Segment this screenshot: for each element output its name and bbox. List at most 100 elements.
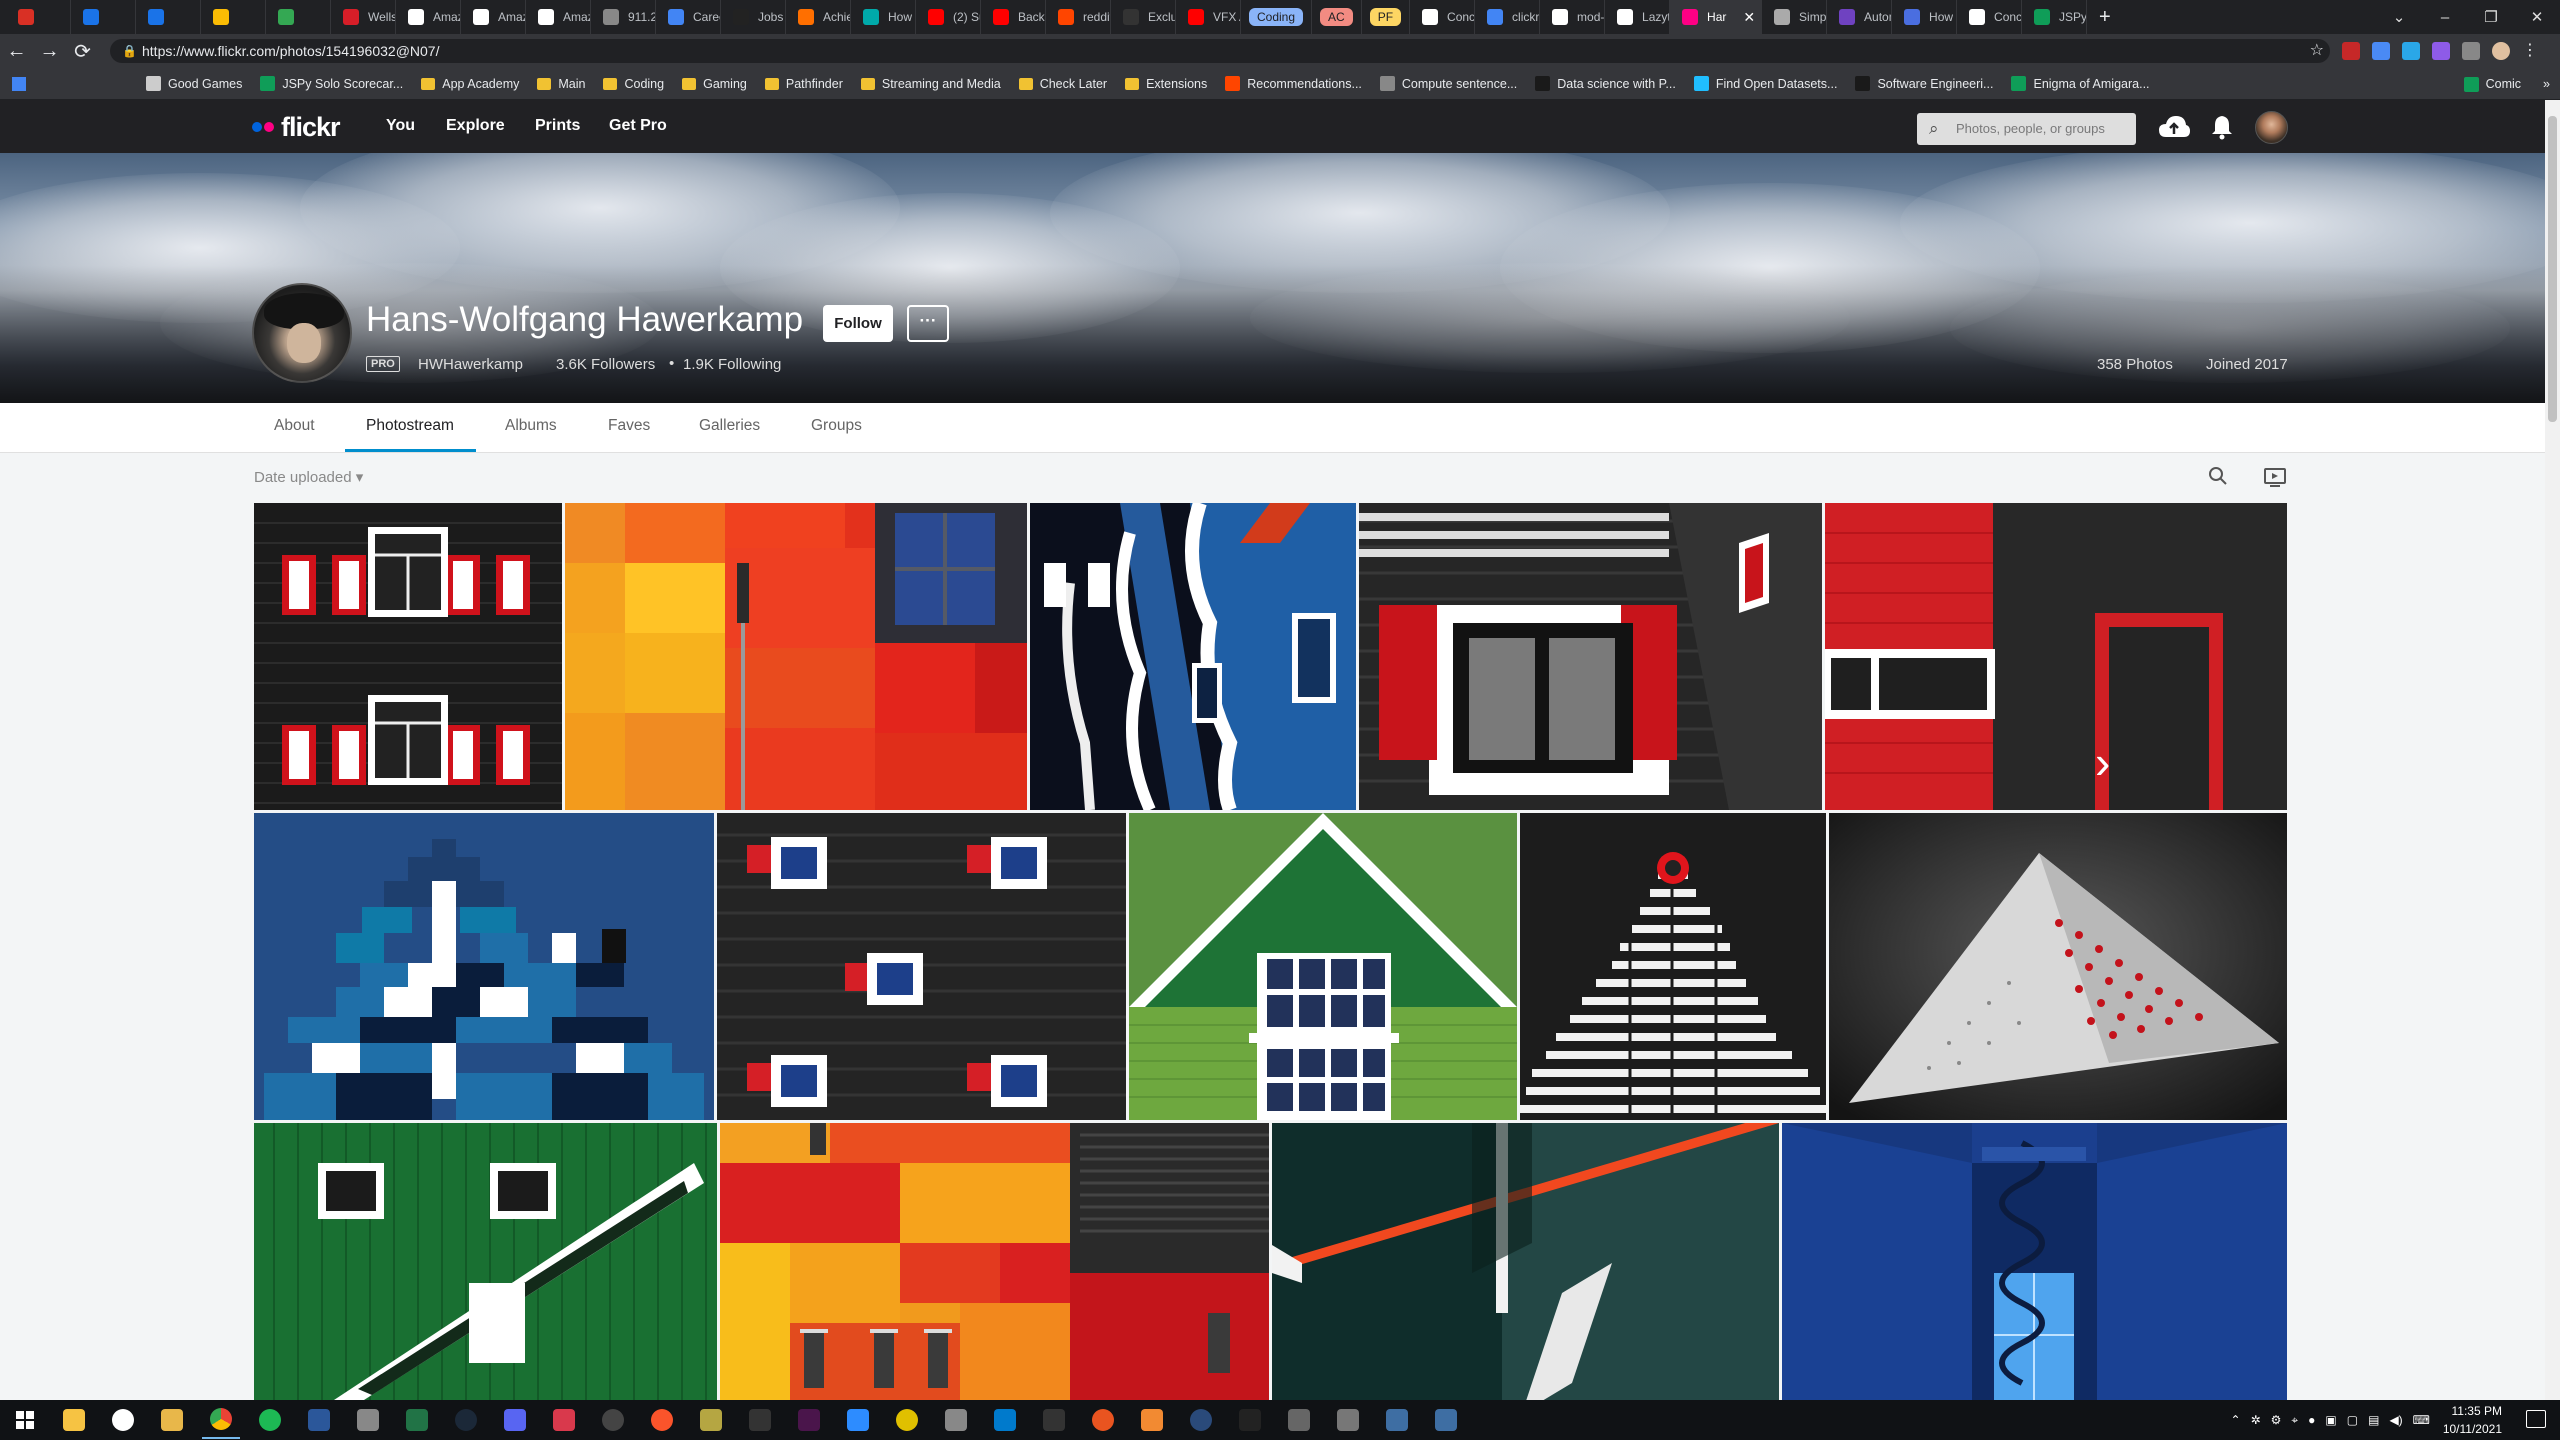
browser-tab[interactable]: VFX Ar — [1176, 0, 1241, 34]
app-icon[interactable] — [545, 1401, 583, 1439]
bookmark-folder[interactable]: Gaming — [682, 72, 757, 96]
photo-tile[interactable] — [1129, 813, 1517, 1120]
more-options-button[interactable]: ··· — [907, 305, 949, 342]
kebab-menu-icon[interactable]: ⋮ — [2522, 42, 2540, 60]
network-icon[interactable]: ▤ — [2368, 1413, 2379, 1427]
browser-tab[interactable]: Exclusi — [1111, 0, 1176, 34]
flickr-logo[interactable]: flickr — [252, 112, 341, 142]
puzzle-icon[interactable] — [2462, 42, 2480, 60]
browser-tab[interactable]: Back 4 — [981, 0, 1046, 34]
profile-avatar[interactable] — [2492, 42, 2510, 60]
extension-icon[interactable] — [2402, 42, 2420, 60]
photo-tile[interactable] — [720, 1123, 1269, 1400]
notification-bell-icon[interactable] — [2210, 113, 2234, 141]
tab-group[interactable]: Coding — [1241, 0, 1313, 34]
browser-tab[interactable] — [136, 0, 201, 34]
photo-tile[interactable] — [1520, 813, 1826, 1120]
bookmark-item[interactable]: Find Open Datasets... — [1693, 72, 1848, 96]
bookmark-star-icon[interactable]: ☆ — [2310, 39, 2324, 63]
app-icon[interactable] — [1133, 1401, 1171, 1439]
app-icon[interactable] — [692, 1401, 730, 1439]
folder-icon[interactable] — [153, 1401, 191, 1439]
lock-icon[interactable]: 🔒 — [122, 39, 137, 63]
search-photostream-icon[interactable] — [2208, 466, 2228, 486]
tab-groups[interactable]: Groups — [811, 417, 862, 435]
photo-tile[interactable] — [717, 813, 1126, 1120]
tab-photostream[interactable]: Photostream — [366, 417, 454, 435]
browser-tab[interactable]: Amazo — [461, 0, 526, 34]
steam-icon[interactable] — [447, 1401, 485, 1439]
bookmark-folder[interactable]: Check Later — [1018, 72, 1117, 96]
profile-avatar[interactable] — [252, 283, 352, 383]
browser-tab[interactable] — [71, 0, 136, 34]
location-icon[interactable]: ⌖ — [2291, 1413, 2298, 1428]
close-window-button[interactable]: ✕ — [2514, 8, 2560, 26]
chevron-right-icon[interactable]: › — [2095, 735, 2110, 789]
bookmark-item[interactable]: Enigma of Amigara... — [2011, 72, 2159, 96]
browser-tab[interactable] — [266, 0, 331, 34]
discord-icon[interactable] — [496, 1401, 534, 1439]
app-icon[interactable] — [888, 1401, 926, 1439]
photo-tile[interactable] — [1030, 503, 1356, 810]
app-icon[interactable] — [1182, 1401, 1220, 1439]
slack-icon[interactable] — [790, 1401, 828, 1439]
slideshow-icon[interactable] — [2264, 467, 2286, 487]
sort-dropdown[interactable]: Date uploaded ▾ — [254, 468, 363, 486]
app-icon[interactable] — [1231, 1401, 1269, 1439]
app-icon[interactable] — [349, 1401, 387, 1439]
nav-you[interactable]: You — [386, 117, 415, 135]
photo-tile[interactable] — [254, 503, 562, 810]
extension-icon[interactable] — [2342, 42, 2360, 60]
browser-tab[interactable] — [6, 0, 71, 34]
app-icon[interactable] — [1084, 1401, 1122, 1439]
back-icon[interactable]: ← — [0, 40, 33, 63]
scrollbar-thumb[interactable] — [2548, 116, 2557, 422]
nav-prints[interactable]: Prints — [535, 117, 580, 135]
nav-get-pro[interactable]: Get Pro — [609, 117, 667, 135]
bookmark-item[interactable]: Good Games — [146, 72, 252, 96]
bookmark-folder[interactable]: Extensions — [1125, 72, 1217, 96]
photo-tile[interactable] — [1272, 1123, 1779, 1400]
tray-icon[interactable]: ▢ — [2347, 1413, 2358, 1427]
tray-icon[interactable]: ▣ — [2325, 1413, 2336, 1427]
app-icon[interactable] — [741, 1401, 779, 1439]
app-icon[interactable] — [1280, 1401, 1318, 1439]
search-input[interactable]: ⌕ Photos, people, or groups — [1917, 113, 2136, 145]
browser-tab[interactable]: Simple — [1762, 0, 1828, 34]
follow-button[interactable]: Follow — [823, 305, 893, 342]
followers-link[interactable]: 3.6K Followers — [556, 356, 655, 373]
restore-button[interactable]: ❐ — [2468, 8, 2514, 26]
tray-icon[interactable]: ● — [2308, 1413, 2315, 1427]
chevron-up-icon[interactable]: ⌃ — [2231, 1413, 2241, 1427]
address-bar[interactable]: 🔒 https://www.flickr.com/photos/15419603… — [110, 39, 2330, 63]
bookmark-folder[interactable]: Coding — [603, 72, 674, 96]
browser-tab[interactable]: 911.26 — [591, 0, 656, 34]
reload-icon[interactable]: ⟳ — [66, 39, 99, 64]
browser-tab[interactable]: clickr - — [1475, 0, 1541, 34]
excel-icon[interactable] — [398, 1401, 436, 1439]
spotify-icon[interactable] — [251, 1401, 289, 1439]
app-icon[interactable] — [937, 1401, 975, 1439]
photo-tile[interactable] — [254, 1123, 717, 1400]
extension-icon[interactable] — [2372, 42, 2390, 60]
browser-tab[interactable]: Autom — [1827, 0, 1893, 34]
page-scrollbar[interactable] — [2545, 100, 2560, 1400]
bookmark-item[interactable]: Software Engineeri... — [1855, 72, 2003, 96]
browser-tab[interactable]: Achiev — [786, 0, 851, 34]
nav-explore[interactable]: Explore — [446, 117, 505, 135]
volume-icon[interactable]: ◀) — [2389, 1413, 2402, 1427]
browser-tab[interactable]: How to — [851, 0, 916, 34]
browser-tab[interactable]: (2) Sub — [916, 0, 981, 34]
tab-group[interactable]: PF — [1362, 0, 1411, 34]
photo-tile[interactable] — [1782, 1123, 2287, 1400]
keyboard-icon[interactable]: ⌨ — [2413, 1413, 2430, 1427]
following-link[interactable]: 1.9K Following — [683, 356, 781, 373]
photo-tile[interactable] — [1829, 813, 2287, 1120]
bookmark-item[interactable]: Data science with P... — [1535, 72, 1686, 96]
notification-center-icon[interactable] — [2526, 1410, 2546, 1428]
tab-faves[interactable]: Faves — [608, 417, 650, 435]
file-explorer-icon[interactable] — [55, 1401, 93, 1439]
tab-group[interactable]: AC — [1312, 0, 1362, 34]
browser-tab[interactable] — [201, 0, 266, 34]
close-tab-icon[interactable]: ✕ — [1743, 9, 1755, 26]
